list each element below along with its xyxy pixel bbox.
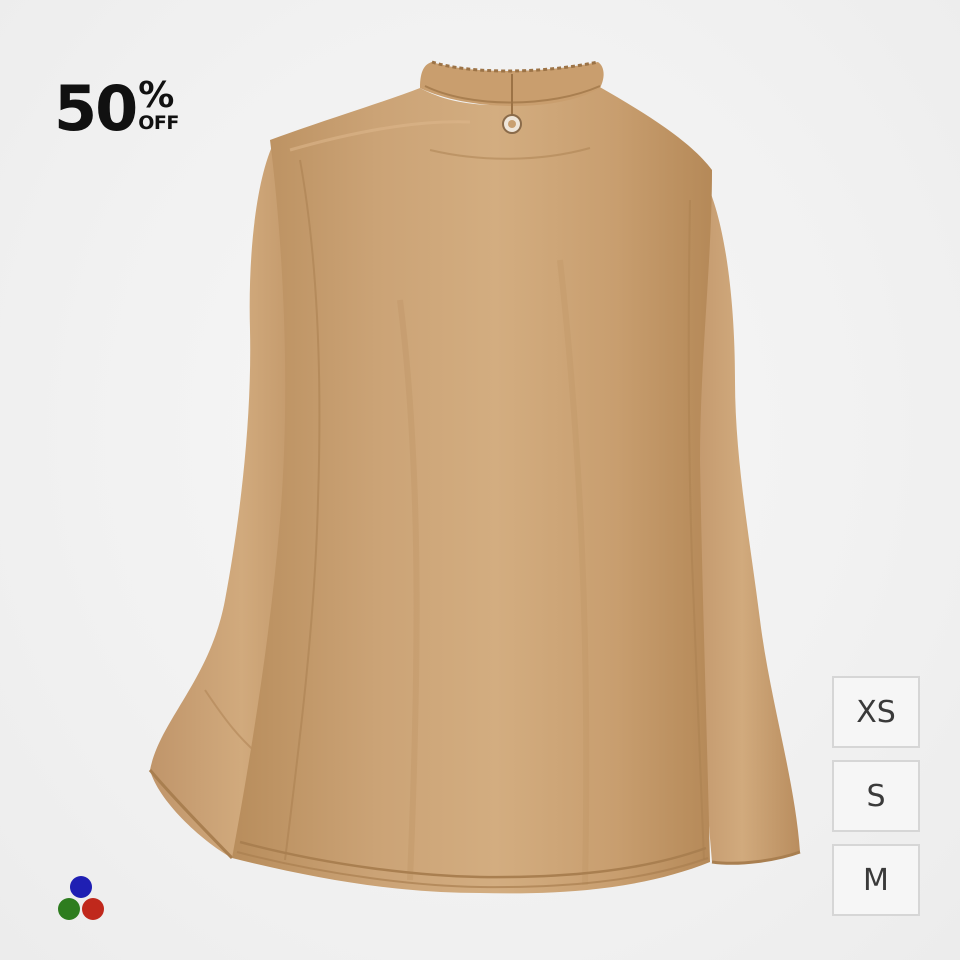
color-swatches [54, 876, 108, 924]
size-button-s[interactable]: S [832, 760, 920, 832]
product-card: 50 % OFF XS S M [0, 0, 960, 960]
size-button-xs[interactable]: XS [832, 676, 920, 748]
color-swatch-red[interactable] [82, 898, 104, 920]
size-button-m[interactable]: M [832, 844, 920, 916]
color-swatch-blue[interactable] [70, 876, 92, 898]
color-swatch-green[interactable] [58, 898, 80, 920]
product-image[interactable] [0, 0, 960, 960]
shirt-body [232, 86, 712, 894]
size-selector: XS S M [832, 676, 920, 916]
